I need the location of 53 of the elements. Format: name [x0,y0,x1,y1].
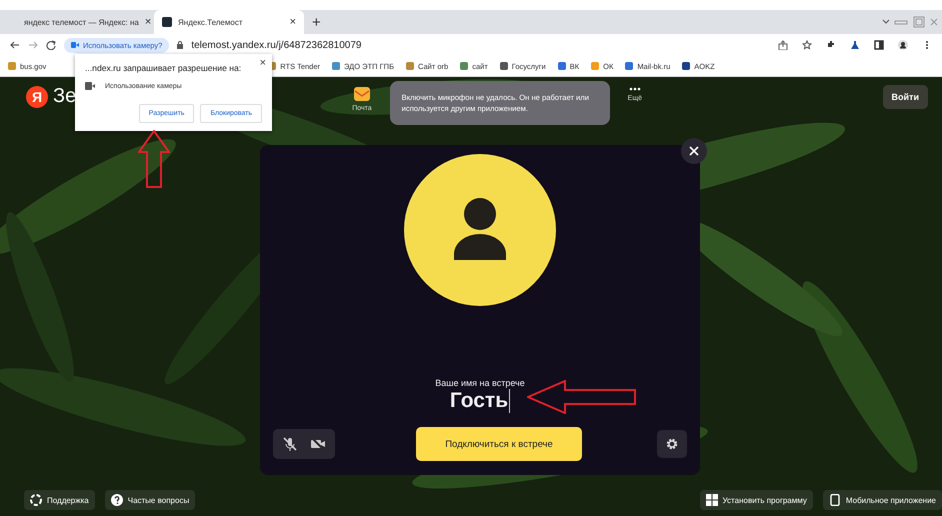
chevron-icon [882,19,890,25]
close-icon[interactable] [681,138,707,164]
footer-button[interactable]: Частые вопросы [104,490,196,510]
browser-tab[interactable]: Яндекс.Телемост × [154,10,304,34]
help-icon [110,494,123,506]
browser-tab[interactable]: яндекс телемост — Яндекс: на × [10,10,154,34]
avatar-icon [404,154,556,306]
bookmark-icon [332,62,340,70]
bookmark-icon [558,62,566,70]
dots-icon [628,87,641,91]
lock-icon [177,41,184,49]
bookmark-icon [500,62,508,70]
settings-icon [665,437,679,451]
flask-icon[interactable] [850,40,860,50]
footer-button[interactable]: Мобильное приложение [822,490,942,510]
settings-button[interactable] [657,430,687,458]
close-icon[interactable]: × [144,16,152,28]
camera-icon [85,82,95,90]
tab-title: яндекс телемост — Яндекс: на [24,18,139,26]
login-button[interactable]: Войти [882,85,928,109]
tab-title: Яндекс.Телемост [178,18,244,26]
url-text[interactable]: telemost.yandex.ru/j/64872362810079 [191,40,362,50]
star-icon[interactable] [802,40,812,50]
favicon-icon [162,17,172,27]
reload-icon[interactable] [46,40,56,50]
microphone-icon[interactable] [282,436,298,452]
bookmark-icon [406,62,414,70]
bookmark-icon [625,62,634,70]
sidebar-icon[interactable] [874,40,884,50]
footer-button[interactable]: Поддержка [24,490,95,510]
camera-icon [71,42,79,48]
mail-icon [354,87,370,101]
bookmark-icon [8,62,16,70]
name-label: Ваше имя на встрече [435,378,525,388]
bookmark-icon [591,62,600,70]
logo-text: Зе [53,85,76,108]
popup-title: ...ndex.ru запрашивает разрешение на: [85,63,242,73]
footer-button[interactable]: Установить программу [700,490,813,510]
join-button[interactable]: Подключиться к встрече [416,427,582,461]
support-icon [30,494,42,506]
puzzle-icon[interactable] [826,40,836,50]
close-icon[interactable]: × [260,57,266,69]
profile-icon[interactable] [898,40,908,50]
back-icon[interactable] [10,40,20,50]
close-icon[interactable]: × [290,16,296,28]
annotation-arrow [138,130,170,188]
new-tab-button[interactable]: + [304,14,329,30]
name-field[interactable]: Гость [450,389,510,413]
windows-icon [706,494,718,506]
bookmark-icon [460,62,468,70]
bookmark-icon [682,62,690,70]
phone-icon [828,494,841,506]
share-icon[interactable] [778,40,788,50]
